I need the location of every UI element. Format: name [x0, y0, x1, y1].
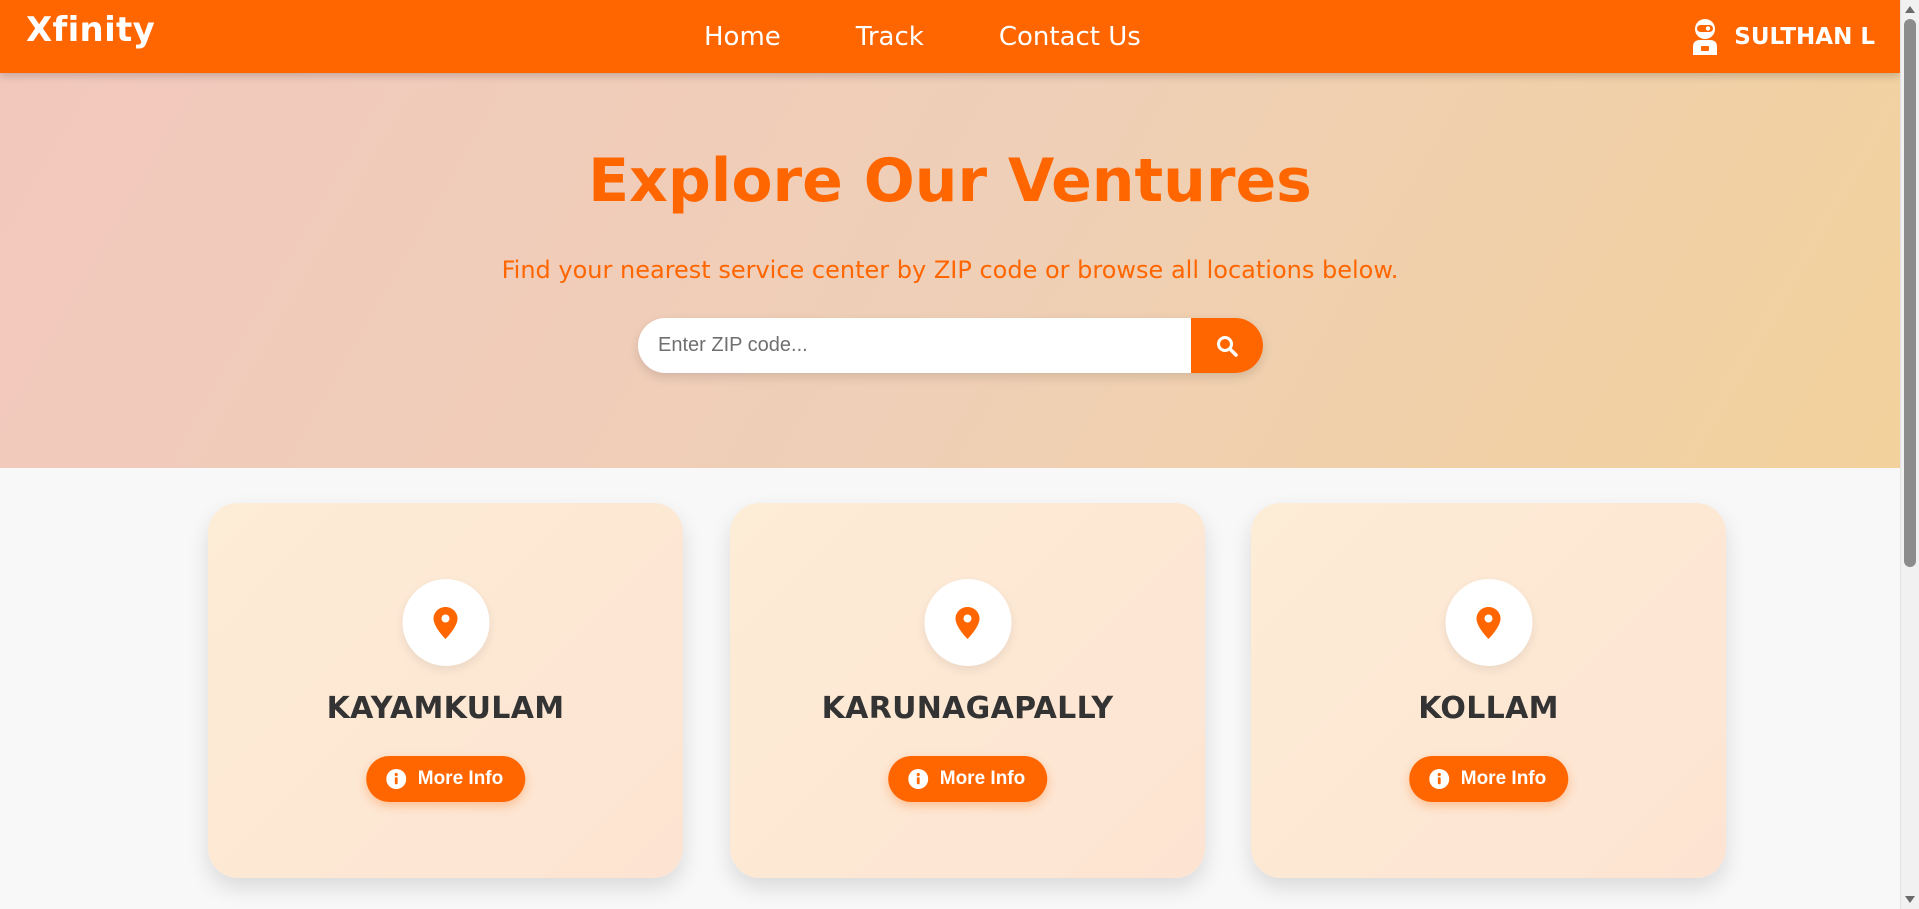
scroll-down-arrow-icon[interactable] — [1905, 896, 1915, 903]
user-menu[interactable]: SULTHAN L — [1688, 0, 1875, 73]
more-info-label: More Info — [939, 768, 1026, 789]
location-card: KOLLAM More Info — [1251, 503, 1726, 878]
vertical-scrollbar[interactable] — [1900, 0, 1919, 909]
more-info-button[interactable]: More Info — [887, 756, 1048, 802]
search-icon — [1217, 335, 1238, 357]
info-circle-icon — [385, 769, 406, 789]
scroll-up-arrow-icon[interactable] — [1905, 6, 1915, 13]
location-name: KARUNAGAPALLY — [821, 691, 1114, 726]
user-avatar-icon — [1693, 18, 1718, 55]
location-name: KOLLAM — [1418, 691, 1559, 726]
nav-link-track[interactable]: Track — [856, 22, 924, 52]
scrollbar-thumb[interactable] — [1904, 19, 1916, 567]
pin-badge — [924, 579, 1011, 666]
nav-link-contact-us[interactable]: Contact Us — [999, 22, 1141, 52]
locations-grid: KAYAMKULAM More Info KARUNAGAPALLY More … — [0, 468, 1900, 909]
top-navbar: Xfinity Home Track Contact Us SULTHAN L — [0, 0, 1900, 73]
map-pin-icon — [1476, 606, 1501, 639]
page: Xfinity Home Track Contact Us SULTHAN L … — [0, 0, 1900, 909]
location-card: KAYAMKULAM More Info — [208, 503, 683, 878]
map-pin-icon — [433, 606, 458, 639]
more-info-label: More Info — [417, 768, 504, 789]
hero-section: Explore Our Ventures Find your nearest s… — [0, 73, 1900, 468]
map-pin-icon — [955, 606, 980, 639]
info-circle-icon — [907, 769, 928, 789]
pin-badge — [402, 579, 489, 666]
zip-search-bar — [638, 318, 1263, 373]
info-circle-icon — [1428, 769, 1449, 789]
more-info-button[interactable]: More Info — [1408, 756, 1569, 802]
hero-subtitle: Find your nearest service center by ZIP … — [501, 256, 1399, 284]
user-name: SULTHAN L — [1734, 23, 1875, 50]
more-info-label: More Info — [1460, 768, 1547, 789]
search-button[interactable] — [1191, 318, 1263, 373]
brand-logo[interactable]: Xfinity — [26, 10, 155, 50]
nav-links: Home Track Contact Us — [704, 0, 1216, 73]
more-info-button[interactable]: More Info — [365, 756, 526, 802]
location-name: KAYAMKULAM — [326, 691, 565, 726]
page-title: Explore Our Ventures — [588, 146, 1312, 216]
zip-search-input[interactable] — [638, 318, 1191, 373]
pin-badge — [1445, 579, 1532, 666]
location-card: KARUNAGAPALLY More Info — [730, 503, 1205, 878]
nav-link-home[interactable]: Home — [704, 22, 781, 52]
